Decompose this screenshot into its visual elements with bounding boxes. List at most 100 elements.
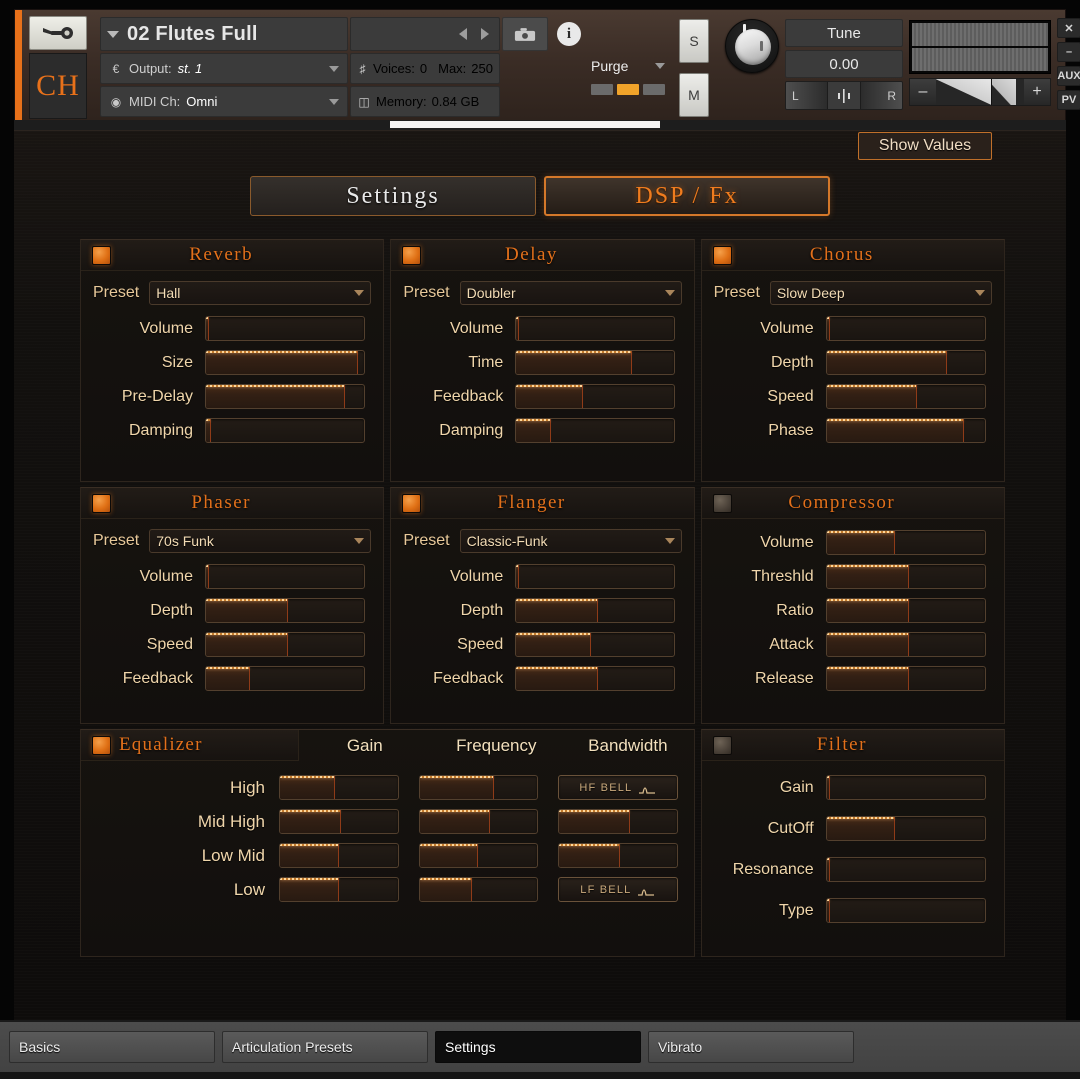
compressor-ratio-slider[interactable] xyxy=(825,598,986,623)
info-icon[interactable]: i xyxy=(557,22,581,46)
phaser-power-icon[interactable] xyxy=(92,494,111,513)
equalizer-power-icon[interactable] xyxy=(92,736,111,755)
chorus-depth-slider[interactable] xyxy=(825,350,986,375)
eq-mid-high-frequency-slider[interactable] xyxy=(418,809,539,834)
flanger-volume-slider[interactable] xyxy=(515,564,676,589)
delay-damping-slider[interactable] xyxy=(515,418,676,443)
delay-feedback-slider[interactable] xyxy=(515,384,676,409)
eq-low-frequency-slider[interactable] xyxy=(418,877,539,902)
bottom-tab-vibrato[interactable]: Vibrato xyxy=(648,1031,854,1063)
tune-value[interactable]: 0.00 xyxy=(785,50,903,78)
eq-high-frequency-slider[interactable] xyxy=(418,775,539,800)
eq-high-bandwidth-type-button[interactable]: HF BELL xyxy=(558,775,678,800)
solo-button[interactable]: S xyxy=(679,19,709,63)
reverb-power-icon[interactable] xyxy=(92,246,111,265)
phaser-preset-dropdown[interactable]: 70s Funk xyxy=(149,529,372,553)
volume-decrease-button[interactable]: – xyxy=(910,79,936,105)
eq-low-mid-frequency-slider[interactable] xyxy=(418,843,539,868)
chevron-down-icon[interactable] xyxy=(655,63,665,69)
eq-mid-high-bandwidth-slider[interactable] xyxy=(558,809,678,834)
compressor-attack-slider[interactable] xyxy=(825,632,986,657)
pv-button[interactable]: PV xyxy=(1057,90,1080,110)
chevron-down-icon[interactable] xyxy=(329,65,339,72)
volume-increase-button[interactable]: + xyxy=(1024,79,1050,105)
compressor-power-icon[interactable] xyxy=(712,494,732,513)
max-value[interactable]: 250 xyxy=(471,61,493,76)
filter-type-slider[interactable] xyxy=(825,898,986,923)
eq-low-bandwidth-type-button[interactable]: LF BELL xyxy=(558,877,678,902)
chorus-power-icon[interactable] xyxy=(712,246,732,265)
eq-low-gain-slider[interactable] xyxy=(279,877,399,902)
phaser-feedback-slider[interactable] xyxy=(205,666,365,691)
reverb-size-slider[interactable] xyxy=(205,350,365,375)
mute-button[interactable]: M xyxy=(679,73,709,117)
reverb-damping-slider[interactable] xyxy=(205,418,365,443)
eq-low-mid-gain-slider[interactable] xyxy=(279,843,399,868)
camera-icon[interactable] xyxy=(502,17,548,51)
chorus-speed-slider[interactable] xyxy=(825,384,986,409)
compressor-volume-slider[interactable] xyxy=(825,530,986,555)
purge-led-3[interactable] xyxy=(643,84,665,95)
chevron-down-icon[interactable] xyxy=(974,290,985,296)
phaser-depth-slider[interactable] xyxy=(205,598,365,623)
instrument-name-row[interactable]: 02 Flutes Full xyxy=(100,17,348,51)
compressor-release-slider[interactable] xyxy=(825,666,986,691)
filter-power-icon[interactable] xyxy=(712,736,732,755)
wrench-icon[interactable] xyxy=(29,16,87,50)
prev-arrow-icon[interactable] xyxy=(459,28,467,40)
chevron-down-icon[interactable] xyxy=(329,98,339,105)
filter-resonance-slider[interactable] xyxy=(825,857,986,882)
panel-equalizer-header: Equalizer Gain Frequency Bandwidth xyxy=(81,730,694,761)
delay-preset-dropdown[interactable]: Doubler xyxy=(459,281,682,305)
purge-led-2-active[interactable] xyxy=(617,84,639,95)
reverb-preset-dropdown[interactable]: Hall xyxy=(149,281,372,305)
volume-ramp[interactable] xyxy=(936,79,1024,105)
chorus-preset-dropdown[interactable]: Slow Deep xyxy=(769,281,992,305)
compressor-threshold-slider[interactable] xyxy=(825,564,986,589)
phaser-speed-slider[interactable] xyxy=(205,632,365,657)
chorus-phase-slider[interactable] xyxy=(825,418,986,443)
midi-channel-row[interactable]: ◉ MIDI Ch: Omni xyxy=(100,86,348,117)
chevron-down-icon[interactable] xyxy=(354,538,365,544)
delay-volume-slider[interactable] xyxy=(515,316,676,341)
next-arrow-icon[interactable] xyxy=(481,28,489,40)
bottom-tab-settings[interactable]: Settings xyxy=(435,1031,641,1063)
flanger-depth-slider[interactable] xyxy=(515,598,676,623)
chevron-down-icon[interactable] xyxy=(664,290,675,296)
filter-gain-slider[interactable] xyxy=(825,775,986,800)
bottom-tab-articulation-presets[interactable]: Articulation Presets xyxy=(222,1031,428,1063)
tune-knob[interactable] xyxy=(725,19,779,73)
chevron-down-icon[interactable] xyxy=(107,30,119,38)
volume-slider[interactable]: – + xyxy=(909,78,1051,106)
tab-dsp-fx[interactable]: DSP / Fx xyxy=(544,176,830,216)
phaser-volume-slider[interactable] xyxy=(205,564,365,589)
chorus-volume-slider[interactable] xyxy=(825,316,986,341)
filter-cutoff-slider[interactable] xyxy=(825,816,986,841)
purge-menu[interactable]: Purge xyxy=(591,51,669,81)
eq-high-gain-slider[interactable] xyxy=(279,775,399,800)
close-icon[interactable]: ✕ xyxy=(1057,18,1080,38)
show-values-button[interactable]: Show Values xyxy=(858,132,992,160)
output-selector-row[interactable]: € Output: st. 1 xyxy=(100,53,348,84)
flanger-feedback-row: Feedback xyxy=(403,666,681,691)
reverb-volume-slider[interactable] xyxy=(205,316,365,341)
chevron-down-icon[interactable] xyxy=(664,538,675,544)
minimize-icon[interactable]: – xyxy=(1057,42,1080,62)
aux-button[interactable]: AUX xyxy=(1057,66,1080,86)
purge-led-1[interactable] xyxy=(591,84,613,95)
flanger-power-icon[interactable] xyxy=(402,494,422,513)
pan-slider[interactable]: L R xyxy=(785,81,903,110)
reverb-predelay-slider[interactable] xyxy=(205,384,365,409)
pan-center-handle[interactable] xyxy=(827,82,861,109)
bottom-tab-basics[interactable]: Basics xyxy=(9,1031,215,1063)
delay-power-icon[interactable] xyxy=(402,246,422,265)
eq-low-mid-bandwidth-slider[interactable] xyxy=(558,843,678,868)
flanger-speed-slider[interactable] xyxy=(515,632,676,657)
chevron-down-icon[interactable] xyxy=(354,290,365,296)
flanger-preset-dropdown[interactable]: Classic-Funk xyxy=(459,529,682,553)
delay-time-slider[interactable] xyxy=(515,350,676,375)
eq-mid-high-gain-slider[interactable] xyxy=(279,809,399,834)
flanger-feedback-slider[interactable] xyxy=(515,666,676,691)
tab-settings[interactable]: Settings xyxy=(250,176,536,216)
slider-fill xyxy=(206,385,346,408)
